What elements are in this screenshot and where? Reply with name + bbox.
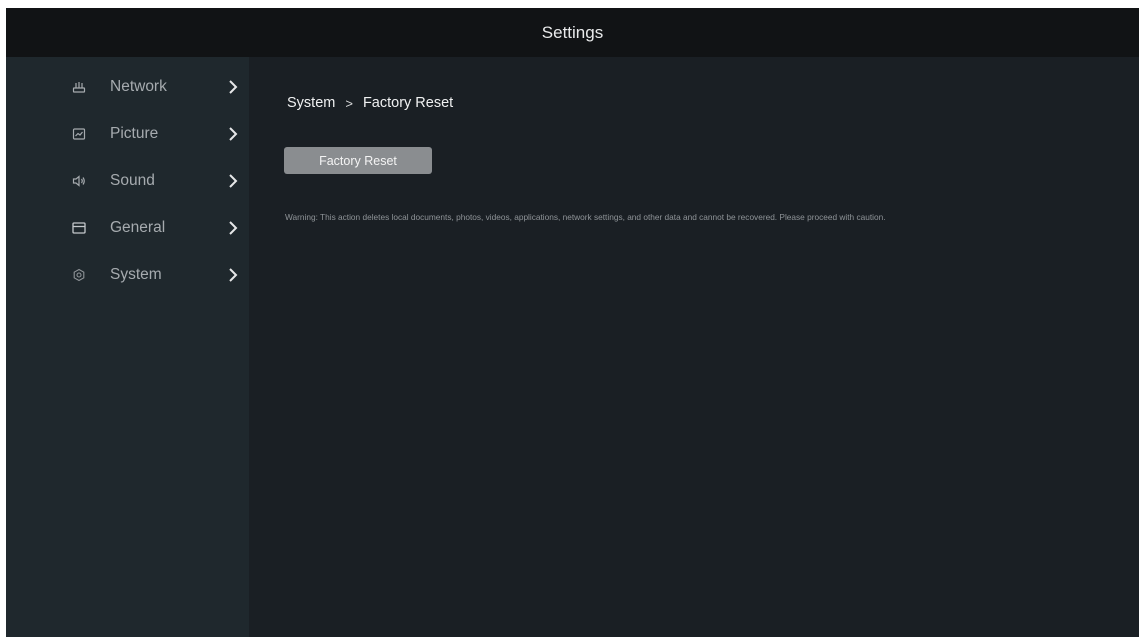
sidebar-item-label: General — [110, 219, 166, 236]
sidebar-item-sound[interactable]: Sound — [6, 161, 249, 201]
sidebar-item-picture[interactable]: Picture — [6, 114, 249, 154]
sidebar-item-label: Network — [110, 78, 167, 95]
sidebar-item-label: Picture — [110, 125, 159, 142]
breadcrumb: System > Factory Reset — [287, 95, 453, 111]
network-icon — [72, 80, 86, 94]
sidebar-item-general[interactable]: General — [6, 208, 249, 248]
general-icon — [72, 221, 86, 235]
breadcrumb-parent[interactable]: System — [287, 95, 335, 111]
breadcrumb-separator: > — [345, 95, 353, 111]
factory-reset-button[interactable]: Factory Reset — [284, 147, 432, 174]
chevron-right-icon — [227, 126, 239, 142]
chevron-right-icon — [227, 220, 239, 236]
main-panel: System > Factory Reset Factory Reset War… — [249, 57, 1139, 637]
breadcrumb-current: Factory Reset — [362, 95, 454, 111]
sidebar-item-system[interactable]: System — [6, 255, 249, 295]
sidebar: Network Picture Sound General System — [6, 57, 249, 637]
sidebar-item-label: System — [110, 266, 162, 283]
chevron-right-icon — [227, 267, 239, 283]
chevron-right-icon — [227, 79, 239, 95]
system-icon — [72, 268, 86, 282]
chevron-right-icon — [227, 173, 239, 189]
title-bar: Settings — [6, 8, 1139, 57]
sidebar-item-network[interactable]: Network — [6, 67, 249, 107]
sound-icon — [72, 174, 86, 188]
picture-icon — [72, 127, 86, 141]
sidebar-item-label: Sound — [110, 172, 155, 189]
warning-text: Warning: This action deletes local docum… — [285, 212, 886, 222]
page-title: Settings — [541, 22, 604, 42]
settings-window: Settings Network Picture Sound General S… — [6, 8, 1139, 637]
